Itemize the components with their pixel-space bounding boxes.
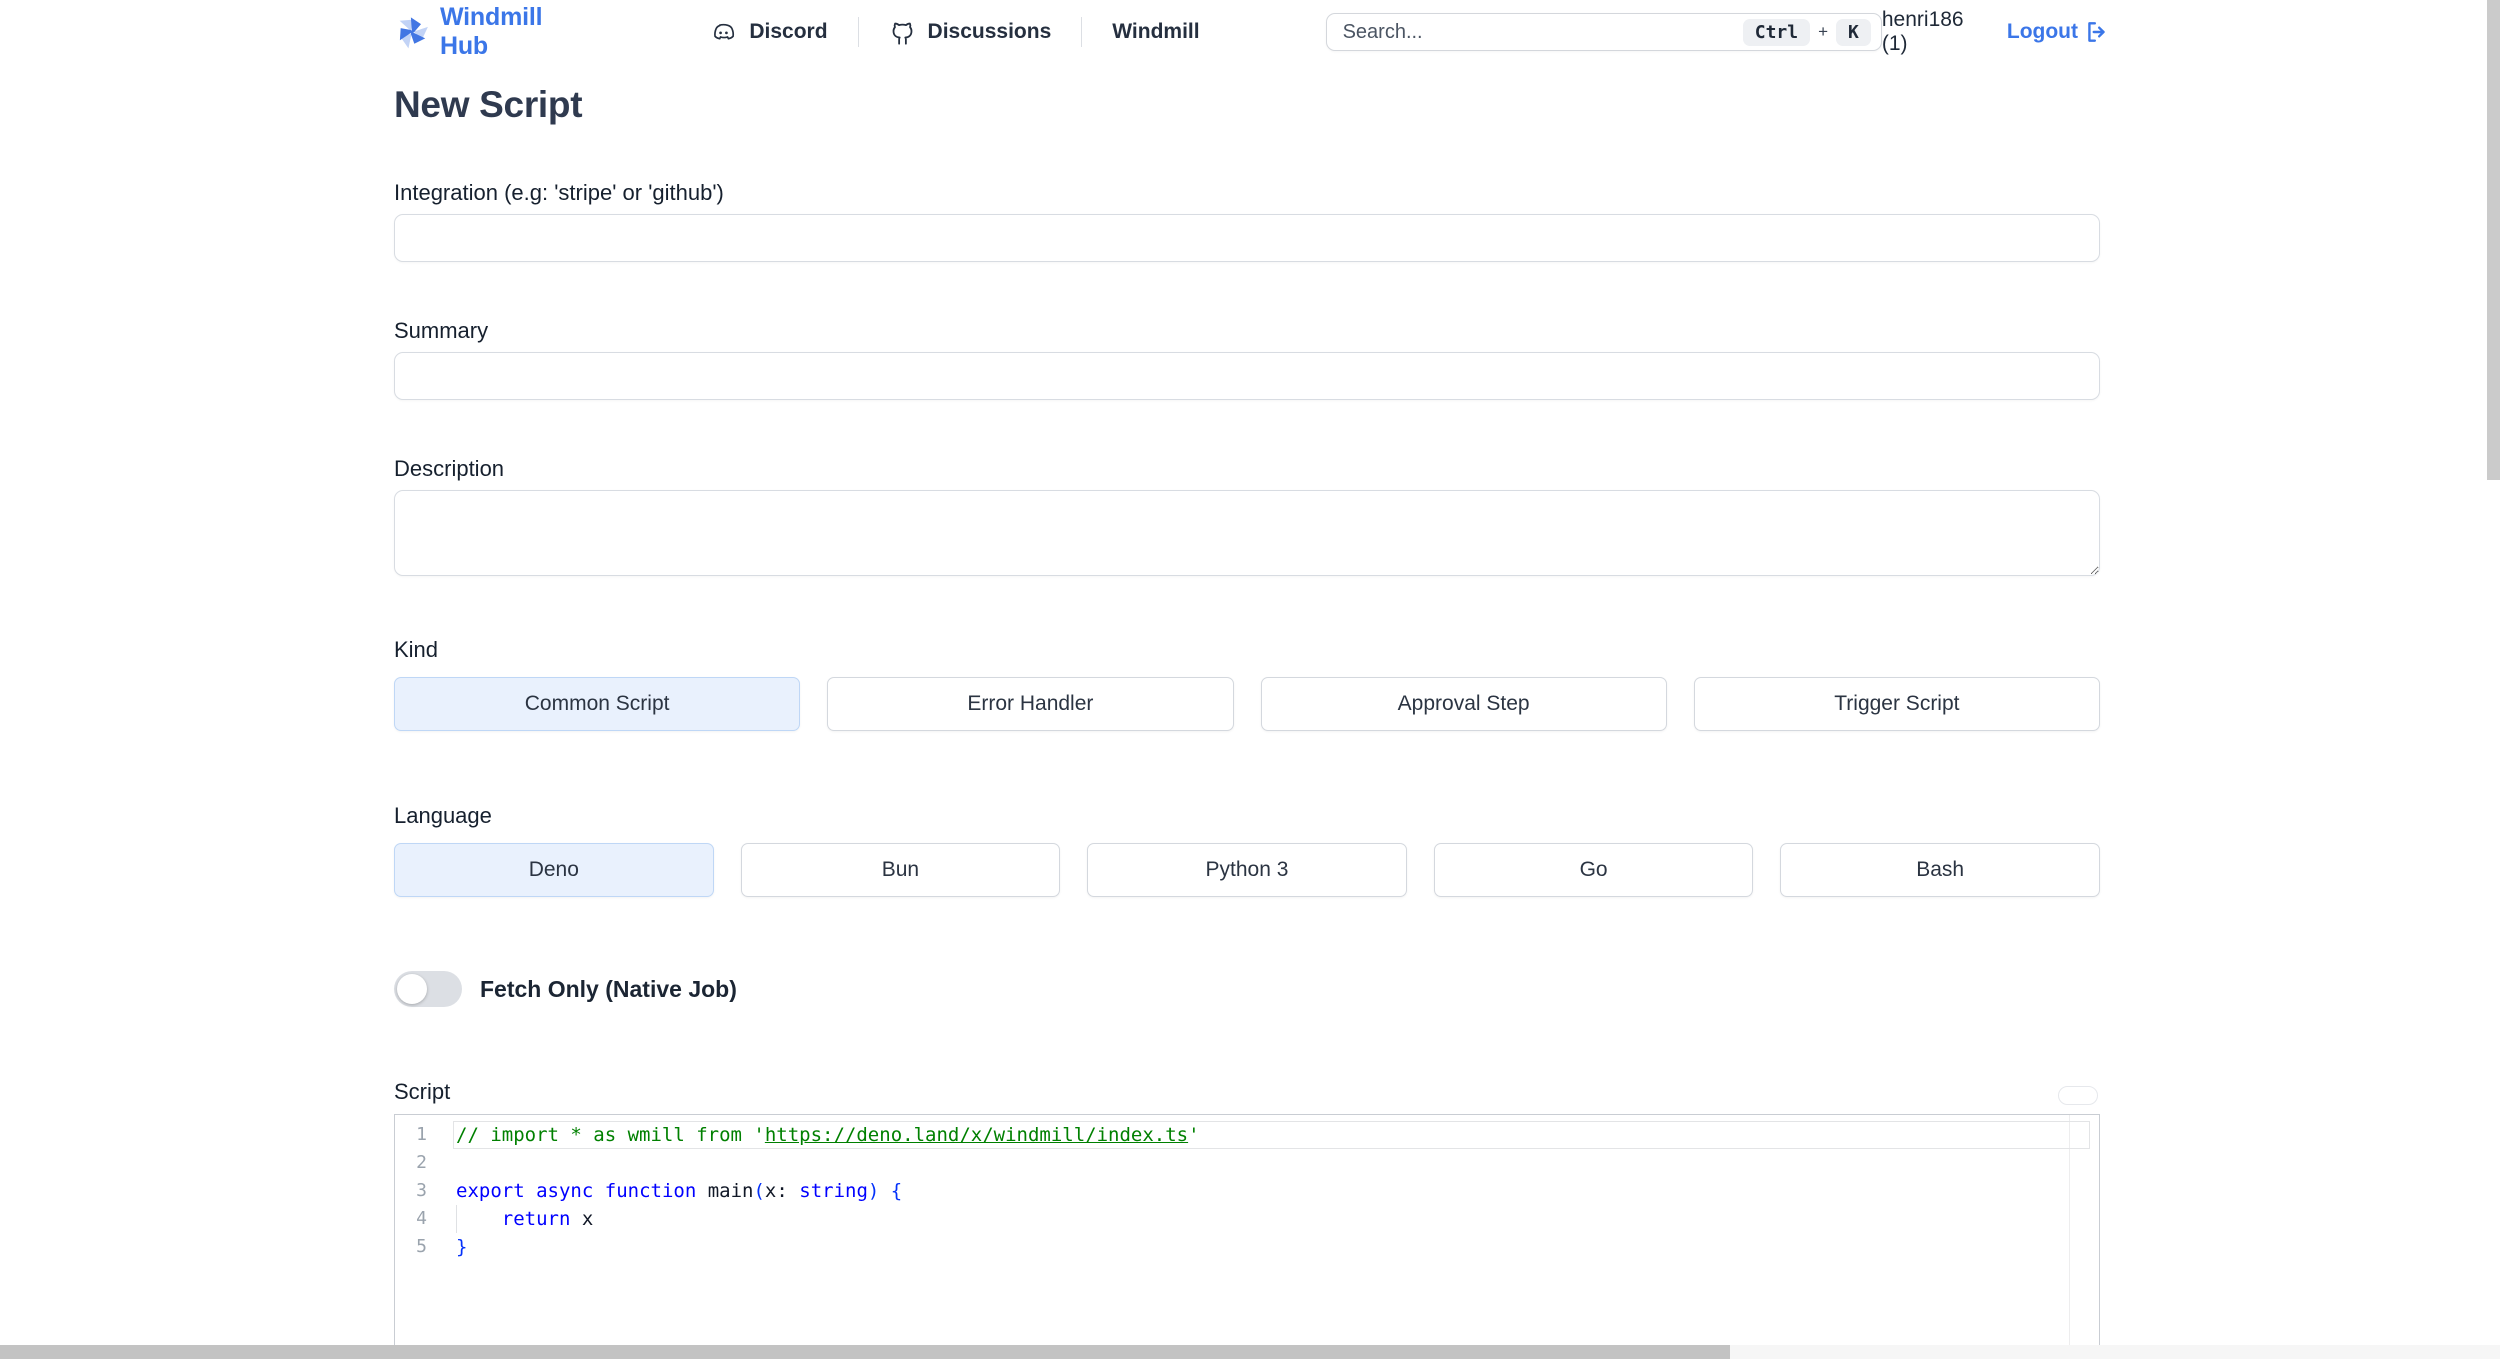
windmill-logo-icon bbox=[394, 14, 430, 50]
horizontal-scrollbar-thumb[interactable] bbox=[0, 1345, 1730, 1359]
summary-label: Summary bbox=[394, 318, 489, 343]
code-line-2[interactable]: 2 bbox=[395, 1149, 2099, 1177]
nav-item-windmill[interactable]: Windmill bbox=[1082, 20, 1229, 44]
nav-item-label: Discord bbox=[749, 20, 828, 43]
language-option-bash[interactable]: Bash bbox=[1780, 843, 2100, 897]
kbd-k: K bbox=[1836, 18, 1871, 46]
code-line-5[interactable]: 5} bbox=[395, 1233, 2099, 1261]
nav-item-discussions[interactable]: Discussions bbox=[859, 19, 1082, 46]
language-option-deno[interactable]: Deno bbox=[394, 843, 714, 897]
code-line-4[interactable]: 4 return x bbox=[395, 1205, 2099, 1233]
kind-option-approval-step[interactable]: Approval Step bbox=[1260, 677, 1667, 731]
code-editor[interactable]: 1 // import * as wmill from 'https://deno… bbox=[394, 1114, 2100, 1359]
kind-options: Common Script Error Handler Approval Step T… bbox=[394, 677, 2100, 731]
code-text: export async function main(x: string) { bbox=[456, 1180, 903, 1202]
summary-input[interactable] bbox=[394, 352, 2100, 400]
kind-label: Kind bbox=[394, 637, 439, 662]
code-line-3[interactable]: 3 export async function main(x: string) { bbox=[395, 1177, 2099, 1205]
search-input[interactable] bbox=[1342, 20, 1743, 44]
kind-option-trigger-script[interactable]: Trigger Script bbox=[1693, 677, 2100, 731]
search-shortcut: Ctrl + K bbox=[1742, 18, 1871, 46]
discord-icon bbox=[710, 19, 737, 46]
description-textarea[interactable] bbox=[394, 490, 2100, 576]
vertical-scrollbar-thumb[interactable] bbox=[2487, 0, 2500, 480]
editor-corner-pill[interactable] bbox=[2058, 1086, 2098, 1105]
integration-label: Integration (e.g: 'stripe' or 'github') bbox=[394, 180, 724, 205]
kbd-ctrl: Ctrl bbox=[1742, 18, 1811, 46]
code-line-1[interactable]: 1 // import * as wmill from 'https://deno… bbox=[395, 1121, 2099, 1149]
line-number: 2 bbox=[416, 1152, 427, 1173]
logout-button[interactable]: Logout bbox=[2007, 19, 2110, 45]
kind-option-common-script[interactable]: Common Script bbox=[394, 677, 801, 731]
nav-item-label: Windmill bbox=[1112, 20, 1200, 43]
code-text: return x bbox=[453, 1205, 2090, 1233]
language-option-python-3[interactable]: Python 3 bbox=[1087, 843, 1407, 897]
script-label: Script bbox=[394, 1079, 451, 1104]
fetch-only-toggle[interactable] bbox=[394, 971, 462, 1007]
user-area: henri186 (1) Logout bbox=[1882, 8, 2110, 56]
main-content: New Script Integration (e.g: 'stripe' or… bbox=[394, 84, 2100, 1359]
nav-item-label: Discussions bbox=[927, 20, 1052, 43]
fetch-only-label: Fetch Only (Native Job) bbox=[480, 975, 737, 1002]
kbd-plus: + bbox=[1818, 22, 1829, 41]
line-number: 5 bbox=[416, 1236, 427, 1257]
line-number: 4 bbox=[416, 1208, 427, 1229]
page-title: New Script bbox=[394, 84, 583, 125]
code-text: // import * as wmill from 'https://deno.… bbox=[453, 1121, 2090, 1149]
nav-item-discord[interactable]: Discord bbox=[680, 19, 857, 46]
language-option-bun[interactable]: Bun bbox=[740, 843, 1061, 897]
language-options: Deno Bun Python 3 Go Bash bbox=[394, 843, 2100, 897]
toggle-knob bbox=[397, 974, 427, 1004]
language-option-go[interactable]: Go bbox=[1433, 843, 1754, 897]
horizontal-scrollbar-track[interactable] bbox=[0, 1345, 2500, 1359]
fetch-only-row: Fetch Only (Native Job) bbox=[394, 971, 2100, 1007]
nav: Discord Discussions Windmill bbox=[680, 17, 1229, 47]
header: Windmill Hub Discord Discussions Windmill … bbox=[0, 0, 2500, 64]
description-label: Description bbox=[394, 456, 505, 481]
kind-option-error-handler[interactable]: Error Handler bbox=[827, 677, 1234, 731]
line-number: 3 bbox=[416, 1180, 427, 1201]
username: henri186 (1) bbox=[1881, 8, 1964, 55]
line-number: 1 bbox=[416, 1124, 427, 1145]
logout-icon bbox=[2084, 19, 2110, 45]
language-label: Language bbox=[394, 803, 492, 828]
code-text: } bbox=[456, 1236, 468, 1258]
script-header-row: Script bbox=[394, 1079, 2100, 1105]
brand[interactable]: Windmill Hub bbox=[394, 3, 588, 61]
brand-name: Windmill Hub bbox=[440, 3, 543, 60]
github-icon bbox=[889, 19, 916, 46]
logout-label: Logout bbox=[2006, 20, 2079, 43]
search-box[interactable]: Ctrl + K bbox=[1325, 13, 1882, 51]
integration-input[interactable] bbox=[394, 214, 2100, 262]
